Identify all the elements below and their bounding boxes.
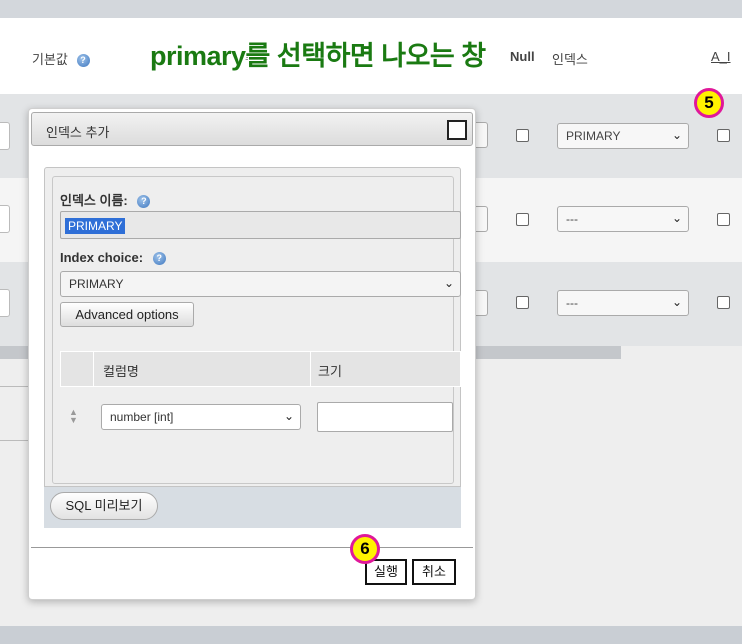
close-icon[interactable] — [447, 120, 467, 140]
help-icon[interactable]: ? — [137, 195, 151, 209]
annotation-title: primary를 선택하면 나오는 창 — [150, 41, 486, 71]
index-form: 인덱스 이름: ? PRIMARY Index choice: ? PRIMAR… — [52, 176, 461, 484]
index-choice-label: Index choice: — [60, 250, 144, 265]
top-bar — [0, 0, 742, 18]
column-header-name: 컬럼명 — [103, 364, 139, 379]
add-index-dialog: 인덱스 추가 인덱스 이름: ? PRIMARY Index choice: ?… — [28, 108, 476, 600]
chevron-down-icon: ⌄ — [283, 409, 294, 423]
null-checkbox[interactable] — [516, 296, 529, 309]
column-select-value: number [int] — [110, 410, 174, 424]
divider — [310, 352, 311, 386]
sql-preview-button[interactable]: SQL 미리보기 — [50, 492, 158, 520]
index-select[interactable]: PRIMARY ⌄ — [557, 123, 689, 149]
dialog-footer-strip: SQL 미리보기 — [44, 486, 461, 528]
chevron-down-icon: ⌄ — [443, 276, 454, 290]
dialog-title: 인덱스 추가 — [46, 125, 110, 140]
index-choice-select[interactable]: PRIMARY ⌄ — [60, 271, 461, 297]
column-header-null: Null — [510, 49, 535, 64]
go-button[interactable]: 실행 — [365, 559, 407, 585]
default-value-input[interactable] — [0, 289, 10, 317]
default-value-input[interactable] — [0, 122, 10, 150]
ai-checkbox[interactable] — [717, 129, 730, 142]
divider — [0, 386, 28, 387]
index-name-label-row: 인덱스 이름: ? — [60, 190, 151, 209]
help-icon[interactable]: ? — [152, 252, 166, 266]
divider — [31, 547, 473, 548]
divider — [93, 352, 94, 386]
default-value-input[interactable] — [0, 205, 10, 233]
index-choice-label-row: Index choice: ? — [60, 250, 166, 266]
column-header-ai[interactable]: A_I — [711, 49, 731, 64]
index-select-value: --- — [566, 296, 578, 310]
column-header-default-label: 기본값 — [32, 52, 68, 67]
column-header-size: 크기 — [318, 364, 342, 379]
index-choice-value: PRIMARY — [69, 277, 124, 291]
help-icon[interactable]: ? — [76, 54, 90, 68]
null-checkbox[interactable] — [516, 129, 529, 142]
index-name-input[interactable]: PRIMARY — [60, 211, 461, 239]
column-header-index: 인덱스 — [552, 52, 588, 67]
null-checkbox[interactable] — [516, 213, 529, 226]
column-table-header: 컬럼명 크기 — [60, 351, 461, 387]
cancel-button[interactable]: 취소 — [412, 559, 456, 585]
index-select[interactable]: --- ⌄ — [557, 290, 689, 316]
dialog-body: 인덱스 이름: ? PRIMARY Index choice: ? PRIMAR… — [44, 167, 461, 528]
ai-checkbox[interactable] — [717, 296, 730, 309]
size-input[interactable] — [317, 402, 453, 432]
divider — [0, 440, 28, 441]
chevron-down-icon: ⌄ — [671, 211, 682, 225]
step-marker-6: 6 — [350, 534, 380, 564]
index-select[interactable]: --- ⌄ — [557, 206, 689, 232]
column-header-default: 기본값 ? — [32, 49, 90, 68]
index-select-value: --- — [566, 212, 578, 226]
step-marker-5: 5 — [694, 88, 724, 118]
chevron-down-icon: ⌄ — [671, 295, 682, 309]
column-select[interactable]: number [int] ⌄ — [101, 404, 301, 430]
advanced-options-button[interactable]: Advanced options — [60, 302, 194, 327]
chevron-down-icon: ⌄ — [671, 128, 682, 142]
bottom-bar — [0, 626, 742, 644]
ai-checkbox[interactable] — [717, 213, 730, 226]
index-name-value: PRIMARY — [65, 218, 126, 234]
index-select-value: PRIMARY — [566, 129, 621, 143]
index-name-label: 인덱스 이름: — [60, 193, 128, 208]
drag-handle-icon[interactable]: ▲ ▼ — [69, 408, 79, 425]
dialog-titlebar[interactable]: 인덱스 추가 — [31, 112, 473, 146]
